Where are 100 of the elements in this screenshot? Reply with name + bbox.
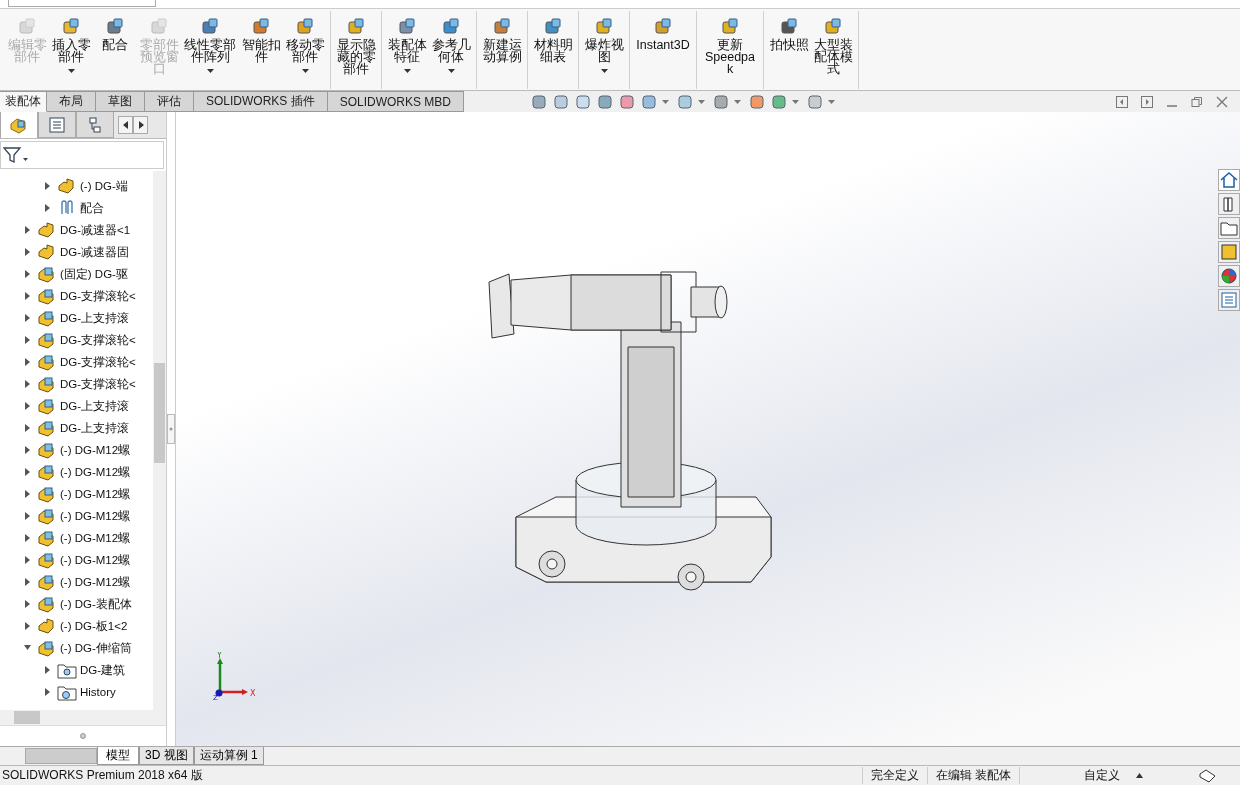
collapsed-arrow-icon[interactable] [24,622,31,630]
tree-item[interactable]: (-) DG-M12螺 [60,486,132,502]
caret-icon[interactable] [662,99,670,104]
command-tab[interactable]: SOLIDWORKS MBD [327,91,465,112]
command-tab[interactable]: 草图 [96,91,145,112]
collapsed-arrow-icon[interactable] [24,490,31,498]
tree-item[interactable]: (-) DG-板1<2 [60,618,129,634]
tree-item[interactable]: (-) DG-M12螺 [60,552,132,568]
tree-item[interactable]: 配合 [80,200,105,216]
toolbar-button[interactable]: 装配体特征 [387,17,427,89]
tree-item[interactable]: DG-上支持滚 [60,398,131,414]
toolbar-button[interactable]: 线性零部件阵列 [183,17,237,89]
collapsed-arrow-icon[interactable] [24,556,31,564]
view-tab[interactable]: 3D 视图 [139,747,194,765]
command-tab[interactable]: 装配体 [0,91,47,112]
collapsed-arrow-icon[interactable] [24,600,31,608]
tree-item[interactable]: DG-上支持滚 [60,420,131,436]
caret-icon[interactable] [828,99,836,104]
collapsed-arrow-icon[interactable] [44,688,51,696]
collapsed-arrow-icon[interactable] [24,336,31,344]
tree-item[interactable]: DG-上支持滚 [60,310,131,326]
tree-item[interactable]: (-) DG-装配体 [60,596,133,612]
collapsed-arrow-icon[interactable] [44,182,51,190]
view-tab[interactable]: 运动算例 1 [193,747,264,765]
vertical-scrollbar[interactable] [153,171,166,710]
toolbar-button[interactable]: 移动零部件 [285,17,325,89]
collapse-handle-icon[interactable] [167,414,175,444]
collapsed-arrow-icon[interactable] [24,270,31,278]
scroll-right-button[interactable] [133,116,148,134]
tree-item[interactable]: (-) DG-M12螺 [60,574,132,590]
tree-item[interactable]: (固定) DG-驱 [60,266,129,282]
toolbar-button[interactable]: 材料明细表 [533,17,573,89]
command-icon [543,17,563,37]
toolbar-button[interactable]: 智能扣件 [241,17,281,89]
collapsed-arrow-icon[interactable] [24,402,31,410]
collapsed-arrow-icon[interactable] [24,248,31,256]
toolbar-button[interactable]: 更新 Speedpak [702,17,758,89]
tree-item[interactable]: (-) DG-M12螺 [60,442,132,458]
command-tab[interactable]: 评估 [145,91,194,112]
caret-icon[interactable] [792,99,800,104]
view-tab[interactable]: 模型 [97,747,139,765]
tree-item[interactable]: DG-建筑 [80,662,127,678]
toolbar-button[interactable]: Instant3D [635,17,691,89]
toolbar-button[interactable]: 大型装配体模式 [813,17,853,89]
scroll-left-button[interactable] [118,116,133,134]
caret-icon[interactable] [734,99,742,104]
close-icon[interactable] [1216,95,1228,108]
tree-item[interactable]: DG-支撑滚轮< [60,376,137,392]
restore-icon[interactable] [1191,95,1203,108]
caret-icon[interactable] [698,99,706,104]
tree-item[interactable]: DG-支撑滚轮< [60,288,137,304]
collapsed-arrow-icon[interactable] [24,512,31,520]
toolbar-button[interactable]: 插入零部件 [51,17,91,89]
tree-item[interactable]: DG-减速器<1 [60,222,132,238]
command-tab[interactable]: 布局 [47,91,96,112]
toolbar-button[interactable]: 参考几何体 [431,17,471,89]
home-icon[interactable] [1218,169,1240,191]
tree-item[interactable]: DG-支撑滚轮< [60,354,137,370]
collapsed-arrow-icon[interactable] [44,204,51,212]
collapsed-arrow-icon[interactable] [24,468,31,476]
tree-item[interactable]: (-) DG-M12螺 [60,508,132,524]
feature-manager-tab[interactable] [0,112,38,138]
folder-icon[interactable] [1218,217,1240,239]
property-manager-tab[interactable] [38,112,76,138]
tree-item[interactable]: DG-支撑滚轮< [60,332,137,348]
collapsed-arrow-icon[interactable] [44,666,51,674]
tree-item[interactable]: (-) DG-端 [80,178,129,194]
horizontal-scrollbar[interactable] [0,710,166,725]
collapsed-arrow-icon[interactable] [24,292,31,300]
books-icon[interactable] [1218,193,1240,215]
caret-up-icon[interactable] [1136,773,1143,778]
toolbar-button[interactable]: 爆炸视图 [584,17,624,89]
collapsed-arrow-icon[interactable] [24,424,31,432]
assembly-icon [37,375,57,393]
collapsed-arrow-icon[interactable] [24,578,31,586]
collapsed-arrow-icon[interactable] [24,380,31,388]
collapsed-arrow-icon[interactable] [24,226,31,234]
tree-item[interactable]: History [80,686,117,698]
tree-item[interactable]: (-) DG-M12螺 [60,530,132,546]
collapsed-arrow-icon[interactable] [24,446,31,454]
toolbar-button[interactable]: 新建运动算例 [482,17,522,89]
collapsed-arrow-icon[interactable] [24,314,31,322]
expanded-arrow-icon[interactable] [24,644,31,652]
pane-left-icon[interactable] [1116,95,1128,108]
toolbar-button[interactable]: 配合 [95,17,135,89]
tree-item[interactable]: DG-减速器固 [60,244,131,260]
resize-grip-icon[interactable] [80,733,86,739]
palette-board-icon[interactable] [1218,241,1240,263]
units-selector[interactable]: 自定义 [1019,767,1136,784]
collapsed-arrow-icon[interactable] [24,358,31,366]
collapsed-arrow-icon[interactable] [24,534,31,542]
toolbar-button[interactable]: 显示隐藏的零部件 [336,17,376,89]
tree-item[interactable]: (-) DG-M12螺 [60,464,132,480]
filter-icon[interactable] [3,146,29,164]
color-ball-icon[interactable] [1218,265,1240,287]
toolbar-button[interactable]: 拍快照 [769,17,809,89]
pane-right-icon[interactable] [1141,95,1153,108]
command-tab[interactable]: SOLIDWORKS 插件 [194,91,328,112]
tree-item[interactable]: (-) DG-伸缩筒 [60,640,133,656]
tag-icon[interactable] [1198,768,1216,783]
